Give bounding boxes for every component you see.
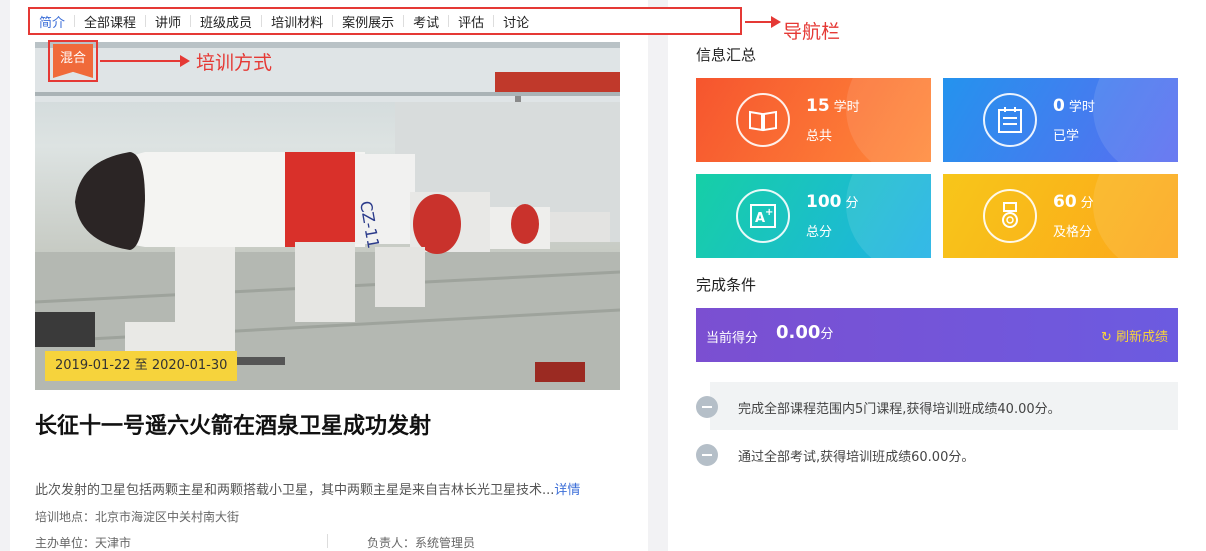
nav-tab-materials[interactable]: 培训材料 xyxy=(262,12,332,31)
nav-tab-all-courses[interactable]: 全部课程 xyxy=(75,12,145,31)
studied-hours-unit: 学时 xyxy=(1068,100,1095,115)
current-score-value: 0.00 xyxy=(776,322,821,343)
course-description: 此次发射的卫星包括两颗主星和两颗搭载小卫星，其中两颗主星是来自吉林长光卫星技术.… xyxy=(35,479,621,498)
nav-annotation-arrow xyxy=(745,16,781,28)
total-score-unit: 分 xyxy=(845,196,859,211)
nav-tab-lecturers[interactable]: 讲师 xyxy=(146,12,190,31)
page: 简介 全部课程 讲师 班级成员 培训材料 案例展示 考试 评估 讨论 导航栏 C… xyxy=(0,0,1206,551)
total-hours-label: 总共 xyxy=(806,129,833,144)
notepad-icon xyxy=(983,93,1037,147)
nav-tab-discussion[interactable]: 讨论 xyxy=(494,12,538,31)
mode-annotation-label: 培训方式 xyxy=(196,52,273,74)
current-score-unit: 分 xyxy=(820,327,834,342)
total-score-card: A + 100 分 总分 xyxy=(696,174,931,258)
course-manager: 负责人：系统管理员 xyxy=(367,536,476,550)
training-mode-label: 混合 xyxy=(53,44,93,78)
date-range-badge: 2019-01-22 至 2020-01-30 xyxy=(45,351,238,381)
total-score-label: 总分 xyxy=(806,225,833,240)
condition-text: 完成全部课程范围内5门课程,获得培训班成绩40.00分。 xyxy=(738,402,1061,417)
medal-icon xyxy=(983,189,1037,243)
left-gutter xyxy=(0,0,10,551)
studied-hours-label: 已学 xyxy=(1053,129,1080,144)
total-score-value: 100 xyxy=(806,192,842,212)
details-link[interactable]: 详情 xyxy=(554,483,580,498)
training-mode-badge: 混合 xyxy=(48,40,98,82)
nav-tab-evaluation[interactable]: 评估 xyxy=(449,12,493,31)
course-title: 长征十一号遥六火箭在酒泉卫星成功发射 xyxy=(35,414,432,439)
pending-status-icon xyxy=(696,444,718,466)
course-nav: 简介 全部课程 讲师 班级成员 培训材料 案例展示 考试 评估 讨论 xyxy=(28,7,742,35)
nav-annotation-label: 导航栏 xyxy=(783,21,841,43)
svg-text:+: + xyxy=(765,207,773,218)
studied-hours-value: 0 xyxy=(1053,96,1065,116)
condition-text: 通过全部考试,获得培训班成绩60.00分。 xyxy=(738,450,975,465)
training-location: 培训地点：北京市海淀区中关村南大街 xyxy=(35,510,240,524)
studied-hours-card: 0 学时 已学 xyxy=(943,78,1178,162)
meta-divider xyxy=(327,534,328,548)
course-cover-image[interactable]: CZ-11 xyxy=(35,42,620,390)
total-hours-unit: 学时 xyxy=(833,100,860,115)
total-hours-value: 15 xyxy=(806,96,830,116)
middle-gutter xyxy=(648,0,668,551)
refresh-score-button[interactable]: ↻ 刷新成绩 xyxy=(1101,326,1168,345)
rocket-photo: CZ-11 xyxy=(35,42,620,390)
pass-score-card: 60 分 及格分 xyxy=(943,174,1178,258)
current-score-label: 当前得分 xyxy=(706,331,759,346)
pass-score-label: 及格分 xyxy=(1053,225,1093,240)
pending-status-icon xyxy=(696,396,718,418)
summary-title: 信息汇总 xyxy=(696,46,757,64)
condition-item: 完成全部课程范围内5门课程,获得培训班成绩40.00分。 xyxy=(696,382,1178,430)
book-icon xyxy=(736,93,790,147)
pass-score-value: 60 xyxy=(1053,192,1077,212)
total-hours-card: 15 学时 总共 xyxy=(696,78,931,162)
refresh-icon: ↻ xyxy=(1100,330,1116,345)
pass-score-unit: 分 xyxy=(1080,196,1094,211)
mode-annotation-arrow xyxy=(100,55,190,67)
refresh-score-label: 刷新成绩 xyxy=(1115,330,1168,345)
condition-item: 通过全部考试,获得培训班成绩60.00分。 xyxy=(696,430,1178,478)
organizer: 主办单位：天津市 xyxy=(35,536,132,550)
nav-tab-exams[interactable]: 考试 xyxy=(404,12,448,31)
nav-tab-cases[interactable]: 案例展示 xyxy=(333,12,403,31)
current-score-bar: 当前得分 0.00分 ↻ 刷新成绩 xyxy=(696,308,1178,362)
nav-tab-intro[interactable]: 简介 xyxy=(30,12,74,31)
completion-title: 完成条件 xyxy=(696,276,757,294)
description-text: 此次发射的卫星包括两颗主星和两颗搭载小卫星，其中两颗主星是来自吉林长光卫星技术.… xyxy=(35,483,555,498)
grade-a-plus-icon: A + xyxy=(736,189,790,243)
svg-text:A: A xyxy=(755,211,765,226)
nav-tab-members[interactable]: 班级成员 xyxy=(191,12,261,31)
